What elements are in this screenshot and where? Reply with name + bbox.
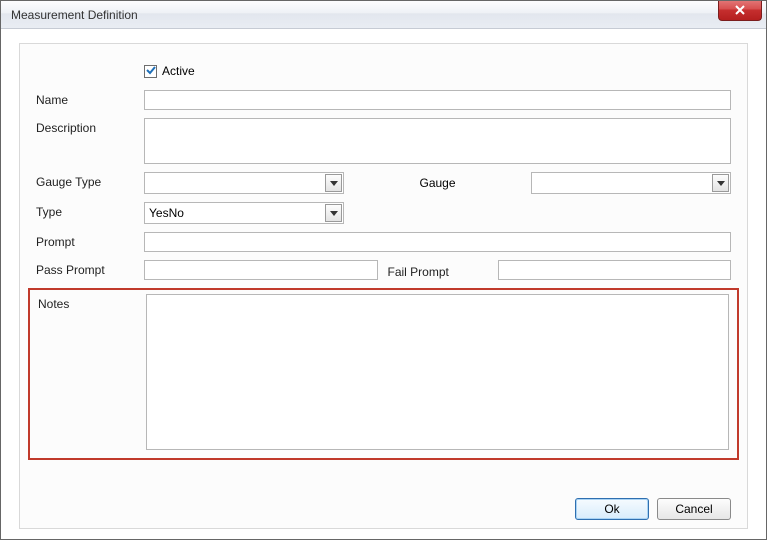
gauge-type-dropdown-button[interactable] bbox=[325, 174, 342, 192]
pass-prompt-label: Pass Prompt bbox=[36, 260, 136, 277]
type-value: YesNo bbox=[149, 206, 184, 220]
button-bar: Ok Cancel bbox=[575, 498, 731, 520]
pass-prompt-input[interactable] bbox=[144, 260, 378, 280]
notes-label: Notes bbox=[38, 294, 138, 450]
cancel-button-label: Cancel bbox=[675, 502, 712, 516]
checkmark-icon bbox=[146, 64, 156, 78]
cancel-button[interactable]: Cancel bbox=[657, 498, 731, 520]
active-label: Active bbox=[162, 64, 195, 78]
active-checkbox[interactable] bbox=[144, 65, 157, 78]
gauge-dropdown-button[interactable] bbox=[712, 174, 729, 192]
active-row: Active bbox=[144, 64, 731, 78]
title-bar: Measurement Definition bbox=[1, 1, 766, 29]
prompt-label: Prompt bbox=[36, 232, 136, 249]
ok-button-label: Ok bbox=[604, 502, 619, 516]
description-input[interactable] bbox=[144, 118, 731, 164]
chevron-down-icon bbox=[717, 176, 725, 190]
chevron-down-icon bbox=[330, 176, 338, 190]
ok-button[interactable]: Ok bbox=[575, 498, 649, 520]
name-input[interactable] bbox=[144, 90, 731, 110]
type-select[interactable]: YesNo bbox=[144, 202, 344, 224]
type-label: Type bbox=[36, 202, 136, 219]
gauge-type-select[interactable] bbox=[144, 172, 344, 194]
type-dropdown-button[interactable] bbox=[325, 204, 342, 222]
gauge-label: Gauge bbox=[364, 176, 511, 190]
fail-prompt-label: Fail Prompt bbox=[388, 262, 488, 279]
form-grid: Active Name Description Gauge Type Gauge bbox=[36, 64, 731, 460]
notes-input[interactable] bbox=[146, 294, 729, 450]
description-label: Description bbox=[36, 118, 136, 135]
close-icon bbox=[735, 4, 745, 18]
notes-highlight-box: Notes bbox=[28, 288, 739, 460]
prompt-input[interactable] bbox=[144, 232, 731, 252]
chevron-down-icon bbox=[330, 206, 338, 220]
gauge-type-label: Gauge Type bbox=[36, 172, 136, 189]
window-title: Measurement Definition bbox=[11, 8, 138, 22]
fail-prompt-input[interactable] bbox=[498, 260, 732, 280]
close-button[interactable] bbox=[718, 1, 762, 21]
name-label: Name bbox=[36, 90, 136, 107]
gauge-select[interactable] bbox=[531, 172, 731, 194]
dialog-content: Active Name Description Gauge Type Gauge bbox=[19, 43, 748, 529]
